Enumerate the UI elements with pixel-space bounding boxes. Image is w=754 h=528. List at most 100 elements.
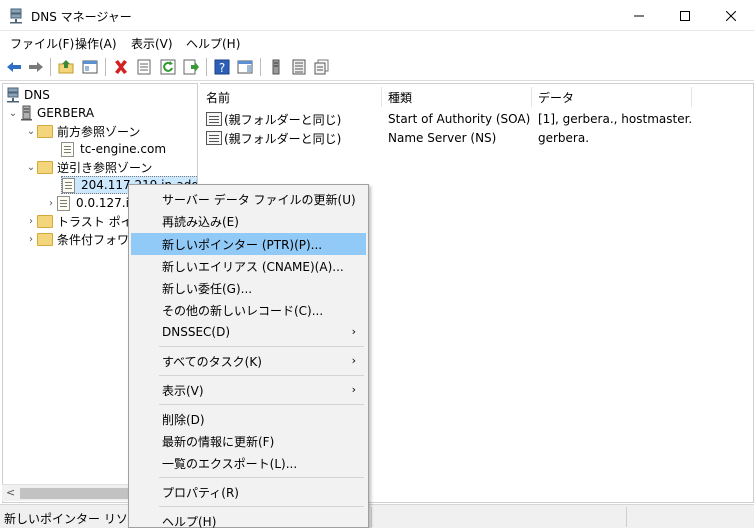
menu-bar: ファイル(F) 操作(A) 表示(V) ヘルプ(H): [0, 31, 754, 53]
menu-item-label: 新しいポインター (PTR)(P)...: [162, 237, 323, 252]
menu-item-update-server-data[interactable]: サーバー データ ファイルの更新(U): [131, 188, 366, 210]
tree-label: 前方参照ゾーン: [57, 124, 141, 139]
forward-button[interactable]: [26, 57, 46, 77]
tree-item-forward-zone[interactable]: tc-engine.com: [61, 140, 166, 158]
zone-icon: [57, 195, 70, 211]
menu-item-export-list[interactable]: 一覧のエクスポート(L)...: [131, 452, 366, 474]
scroll-thumb[interactable]: [20, 488, 130, 499]
console-tree-icon: [82, 60, 98, 74]
zone-icon: [61, 141, 74, 157]
list-row-name[interactable]: (親フォルダーと同じ): [206, 110, 341, 128]
tree-label: DNS: [24, 88, 50, 102]
menu-item-label: サーバー データ ファイルの更新(U): [162, 192, 356, 207]
tree-item-server[interactable]: ⌄ GERBERA: [7, 104, 94, 122]
action-pane-icon: [237, 60, 253, 74]
server-icon: [19, 105, 33, 121]
tree-item-dns[interactable]: DNS: [6, 86, 50, 104]
menu-help[interactable]: ヘルプ(H): [186, 35, 240, 52]
folder-icon: [37, 124, 53, 138]
menu-item-help[interactable]: ヘルプ(H): [131, 510, 366, 528]
menu-item-new-pointer[interactable]: 新しいポインター (PTR)(P)...: [131, 233, 366, 255]
menu-item-refresh[interactable]: 最新の情報に更新(F): [131, 430, 366, 452]
tree-item-reverse-zone[interactable]: › 0.0.127.i: [45, 194, 129, 212]
column-header-name[interactable]: 名前: [200, 87, 382, 107]
back-button[interactable]: [4, 57, 24, 77]
window-title: DNS マネージャー: [31, 10, 132, 24]
menu-item-new-delegation[interactable]: 新しい委任(G)...: [131, 277, 366, 299]
tree-item-conditional-forwarders[interactable]: › 条件付フォワ: [25, 230, 129, 248]
server-button[interactable]: [266, 57, 286, 77]
tree-label: 条件付フォワ: [57, 232, 130, 247]
maximize-button[interactable]: [662, 0, 708, 31]
delete-icon: [115, 60, 127, 74]
show-hide-tree-button[interactable]: [80, 57, 100, 77]
tree-item-forward-zones[interactable]: ⌄ 前方参照ゾーン: [25, 122, 140, 140]
menu-item-label: ヘルプ(H): [162, 514, 217, 528]
menu-item-label: 一覧のエクスポート(L)...: [162, 456, 298, 471]
up-folder-button[interactable]: [56, 57, 76, 77]
menu-item-delete[interactable]: 削除(D): [131, 408, 366, 430]
properties-icon: [137, 59, 151, 75]
refresh-icon: [160, 59, 176, 75]
menu-view[interactable]: 表示(V): [131, 35, 173, 52]
column-header-type[interactable]: 種類: [382, 87, 532, 107]
menu-item-label: 再読み込み(E): [162, 214, 239, 229]
chevron-right-icon[interactable]: ›: [25, 216, 37, 227]
record-data: gerbera.: [538, 131, 590, 145]
up-folder-icon: [58, 60, 74, 74]
list-view-button[interactable]: [289, 57, 309, 77]
submenu-arrow-icon: ›: [351, 383, 356, 396]
menu-item-label: 削除(D): [162, 412, 205, 427]
menu-item-view[interactable]: 表示(V) ›: [131, 379, 366, 401]
menu-item-properties[interactable]: プロパティ(R): [131, 481, 366, 503]
tree-label: 0.0.127.i: [76, 196, 129, 210]
refresh-button[interactable]: [158, 57, 178, 77]
minimize-button[interactable]: [616, 0, 662, 31]
server-icon: [272, 59, 280, 75]
toolbar-separator: [50, 58, 51, 76]
status-divider: [371, 507, 372, 527]
menu-item-reload[interactable]: 再読み込み(E): [131, 210, 366, 232]
menu-item-label: プロパティ(R): [162, 485, 239, 500]
tree-item-reverse-zones[interactable]: ⌄ 逆引き参照ゾーン: [25, 158, 152, 176]
list-row-name[interactable]: (親フォルダーと同じ): [206, 129, 341, 147]
tree-label: tc-engine.com: [80, 142, 167, 156]
menu-separator: [159, 404, 364, 405]
close-button[interactable]: [708, 0, 754, 31]
export-list-button[interactable]: [181, 57, 201, 77]
menu-file[interactable]: ファイル(F): [10, 35, 74, 52]
help-icon: ?: [214, 59, 230, 75]
record-data: [1], gerbera., hostmaster.: [538, 112, 693, 126]
chevron-down-icon[interactable]: ⌄: [25, 126, 37, 137]
close-icon: [726, 10, 736, 21]
chevron-down-icon[interactable]: ⌄: [25, 162, 37, 173]
menu-item-label: すべてのタスク(K): [162, 354, 262, 369]
delete-button[interactable]: [111, 57, 131, 77]
zone-icon: [62, 177, 75, 193]
chevron-right-icon[interactable]: ›: [45, 198, 57, 209]
chevron-down-icon[interactable]: ⌄: [7, 108, 19, 119]
menu-item-new-alias[interactable]: 新しいエイリアス (CNAME)(A)...: [131, 255, 366, 277]
record-name: (親フォルダーと同じ): [224, 131, 342, 146]
list-icon: [292, 59, 306, 75]
menu-item-label: 表示(V): [162, 383, 204, 398]
properties-button[interactable]: [134, 57, 154, 77]
new-record-icon: [314, 59, 329, 75]
menu-item-label: 新しいエイリアス (CNAME)(A)...: [162, 259, 344, 274]
new-record-button[interactable]: [312, 57, 332, 77]
help-button[interactable]: ?: [212, 57, 232, 77]
scroll-left-icon[interactable]: <: [6, 486, 15, 499]
show-action-pane-button[interactable]: [235, 57, 255, 77]
status-divider: [626, 507, 627, 527]
tree-item-trust-points[interactable]: › トラスト ポイン: [25, 212, 145, 230]
forward-arrow-icon: [29, 62, 43, 72]
chevron-right-icon[interactable]: ›: [25, 234, 37, 245]
menu-separator: [159, 375, 364, 376]
column-header-data[interactable]: データ: [532, 87, 692, 107]
context-menu: サーバー データ ファイルの更新(U) 再読み込み(E) 新しいポインター (P…: [128, 184, 369, 528]
menu-item-other-new-records[interactable]: その他の新しいレコード(C)...: [131, 299, 366, 321]
menu-item-all-tasks[interactable]: すべてのタスク(K) ›: [131, 350, 366, 372]
menu-item-dnssec[interactable]: DNSSEC(D) ›: [131, 321, 366, 343]
tree-label: GERBERA: [37, 106, 95, 120]
menu-action[interactable]: 操作(A): [75, 35, 117, 52]
